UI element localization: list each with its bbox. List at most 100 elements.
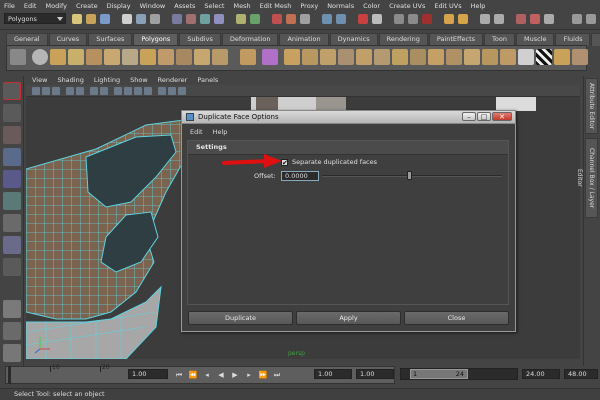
graph-editor-icon[interactable]: [530, 14, 540, 24]
menu-proxy[interactable]: Proxy: [300, 2, 318, 10]
step-back-frame-icon[interactable]: ◂: [202, 371, 212, 380]
shelf-menu-icon[interactable]: [10, 49, 26, 65]
shadows-icon[interactable]: [178, 87, 186, 95]
select-object-icon[interactable]: [136, 14, 146, 24]
poly-cone-icon[interactable]: [86, 49, 102, 65]
triangulate-icon[interactable]: [446, 49, 462, 65]
menu-help[interactable]: Help: [471, 2, 486, 10]
go-to-start-icon[interactable]: ⏮: [174, 371, 184, 380]
image-plane-icon[interactable]: [66, 87, 74, 95]
anim-end-field[interactable]: 48.00: [564, 369, 598, 379]
menu-create[interactable]: Create: [76, 2, 98, 10]
append-polygon-icon[interactable]: [320, 49, 336, 65]
scale-tool-icon[interactable]: [3, 192, 21, 210]
poly-helix-icon[interactable]: [194, 49, 210, 65]
snap-grid-icon[interactable]: [172, 14, 182, 24]
poly-pyramid-icon[interactable]: [158, 49, 174, 65]
lasso-tool-icon[interactable]: [3, 104, 21, 122]
poly-prism-icon[interactable]: [140, 49, 156, 65]
reduce-icon[interactable]: [482, 49, 498, 65]
step-forward-frame-icon[interactable]: ▸: [244, 371, 254, 380]
menu-color[interactable]: Color: [363, 2, 380, 10]
show-manipulator-icon[interactable]: [3, 258, 21, 276]
new-scene-icon[interactable]: [72, 14, 82, 24]
current-time-marker[interactable]: [8, 366, 11, 384]
attribute-editor-tab[interactable]: Attribute Editor: [585, 78, 598, 134]
offset-edge-loop-icon[interactable]: [374, 49, 390, 65]
wireframe-on-shaded-icon[interactable]: [134, 87, 142, 95]
wireframe-icon[interactable]: [114, 87, 122, 95]
checker-map-icon[interactable]: [536, 49, 552, 65]
toggle-attribute-editor-icon[interactable]: [586, 14, 596, 24]
select-mode-icon[interactable]: [444, 14, 454, 24]
bevel-icon[interactable]: [410, 49, 426, 65]
merge-icon[interactable]: [392, 49, 408, 65]
smooth-shade-icon[interactable]: [124, 87, 132, 95]
split-polygon-icon[interactable]: [338, 49, 354, 65]
range-slider-handle[interactable]: 1 24: [410, 369, 468, 379]
panel-menu-lighting[interactable]: Lighting: [94, 76, 120, 84]
close-button[interactable]: Close: [404, 311, 509, 325]
planar-mapping-icon[interactable]: [554, 49, 570, 65]
film-gate-icon[interactable]: [90, 87, 98, 95]
four-view-layout-icon[interactable]: [3, 322, 21, 340]
menu-normals[interactable]: Normals: [327, 2, 354, 10]
camera-attributes-icon[interactable]: [32, 87, 40, 95]
poly-sphere-icon[interactable]: [32, 49, 48, 65]
lock-icon[interactable]: [480, 14, 490, 24]
quadrangulate-icon[interactable]: [464, 49, 480, 65]
menu-mesh[interactable]: Mesh: [233, 2, 250, 10]
outliner-icon[interactable]: [544, 14, 554, 24]
toggle-channel-box-icon[interactable]: [572, 14, 582, 24]
apply-button[interactable]: Apply: [296, 311, 401, 325]
menu-edit-mesh[interactable]: Edit Mesh: [260, 2, 292, 10]
menu-create-uvs[interactable]: Create UVs: [389, 2, 425, 10]
extrude-icon[interactable]: [284, 49, 300, 65]
duplicate-button[interactable]: Duplicate: [188, 311, 293, 325]
move-tool-icon[interactable]: [3, 148, 21, 166]
poly-cube-icon[interactable]: [50, 49, 66, 65]
range-end-field[interactable]: 24.00: [522, 369, 560, 379]
snap-curve-icon[interactable]: [186, 14, 196, 24]
minimize-button[interactable]: –: [462, 112, 476, 121]
separate-faces-checkbox[interactable]: ✔: [281, 159, 288, 167]
input-output-icon[interactable]: [250, 14, 260, 24]
menu-assets[interactable]: Assets: [174, 2, 195, 10]
dialog-menu-edit[interactable]: Edit: [190, 128, 203, 136]
poly-plane-icon[interactable]: [104, 49, 120, 65]
ipr-render-icon[interactable]: [286, 14, 296, 24]
render-settings-icon[interactable]: [300, 14, 310, 24]
range-start-field[interactable]: 1.00: [314, 369, 352, 379]
poly-cylinder-icon[interactable]: [68, 49, 84, 65]
select-mode-alt-icon[interactable]: [458, 14, 468, 24]
fill-hole-icon[interactable]: [428, 49, 444, 65]
panel-menu-view[interactable]: View: [32, 76, 47, 84]
magnet-alt-icon[interactable]: [422, 14, 432, 24]
offset-field[interactable]: 0.0000: [281, 171, 319, 181]
panel-menu-panels[interactable]: Panels: [197, 76, 218, 84]
poly-torus-icon[interactable]: [122, 49, 138, 65]
xray-icon[interactable]: [144, 87, 152, 95]
offset-slider-handle[interactable]: [407, 171, 412, 180]
quick-select-icon[interactable]: [322, 14, 332, 24]
sidebar-toggle-icon[interactable]: [336, 14, 346, 24]
insert-edge-loop-icon[interactable]: [356, 49, 372, 65]
go-to-end-icon[interactable]: ⏭: [272, 371, 282, 380]
universal-manipulator-icon[interactable]: [3, 214, 21, 232]
tab-fur[interactable]: Fur: [591, 33, 600, 46]
paint-select-tool-icon[interactable]: [3, 126, 21, 144]
menu-edit[interactable]: Edit: [24, 2, 37, 10]
bookmark-icon[interactable]: [52, 87, 60, 95]
select-hierarchy-icon[interactable]: [122, 14, 132, 24]
panel-menu-renderer[interactable]: Renderer: [158, 76, 188, 84]
soft-modification-icon[interactable]: [3, 236, 21, 254]
magnet-icon[interactable]: [358, 14, 368, 24]
render-icon[interactable]: [272, 14, 282, 24]
step-back-key-icon[interactable]: ⏪: [188, 371, 198, 380]
menu-modify[interactable]: Modify: [45, 2, 67, 10]
step-forward-key-icon[interactable]: ⏩: [258, 371, 268, 380]
outliner-layout-icon[interactable]: [3, 344, 21, 362]
single-perspective-layout-icon[interactable]: [3, 300, 21, 318]
close-window-button[interactable]: ✕: [492, 112, 512, 121]
select-tool-icon[interactable]: [3, 82, 21, 100]
